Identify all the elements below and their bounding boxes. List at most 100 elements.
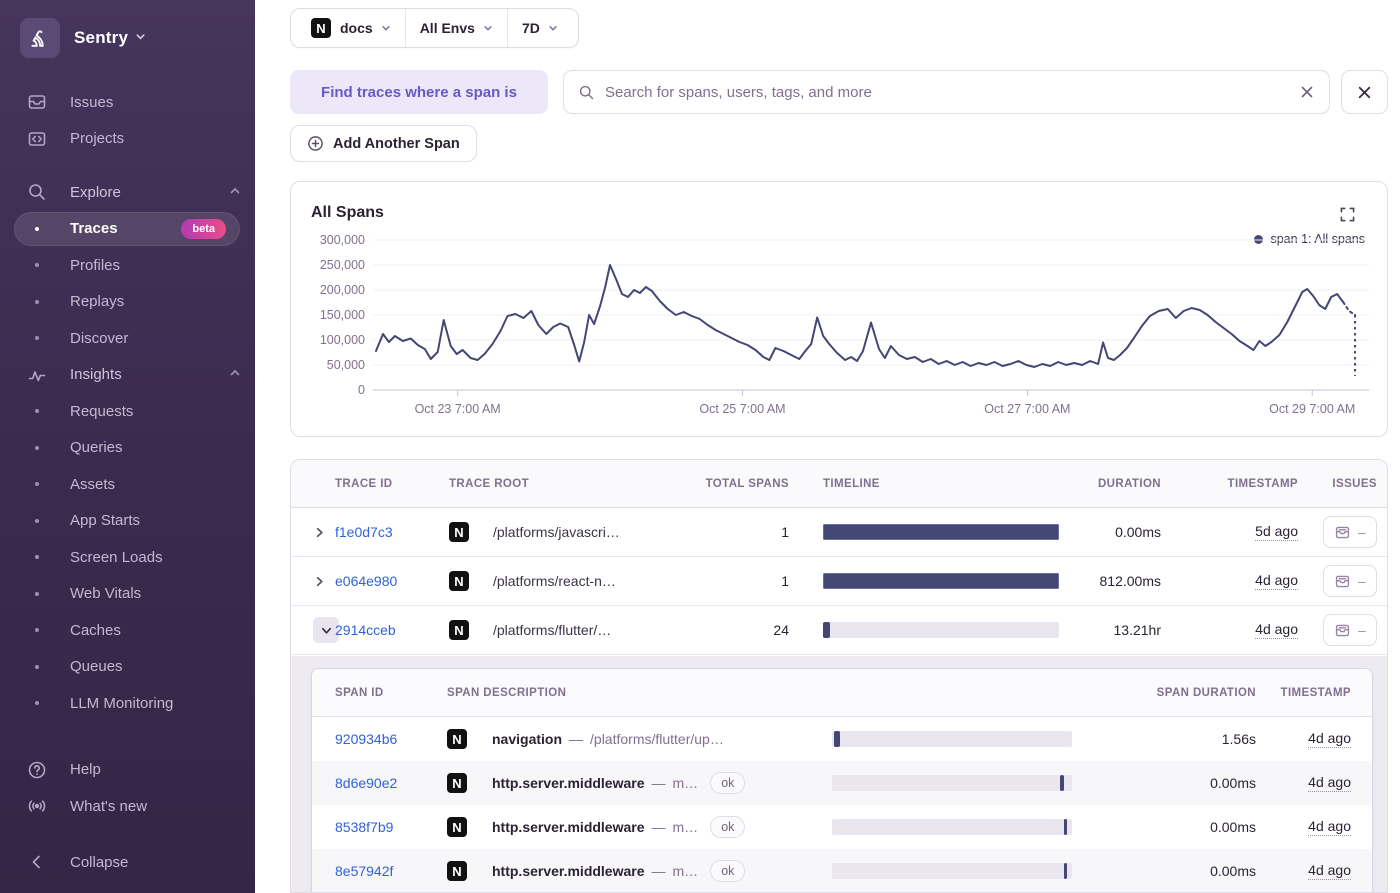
- sidebar-item-what-s-new[interactable]: What's new: [0, 788, 255, 825]
- org-name: Sentry: [74, 28, 129, 47]
- span-timeline: [832, 819, 1072, 835]
- trace-timeline: [823, 573, 1059, 589]
- span-search-input[interactable]: [605, 83, 1299, 101]
- svg-text:Oct 27 7:00 AM: Oct 27 7:00 AM: [984, 402, 1070, 416]
- nextjs-platform-icon: N: [447, 773, 467, 793]
- span-row[interactable]: 8d6e90e2 N http.server.middleware — m… ok …: [312, 761, 1372, 805]
- trace-root: /platforms/react-n…: [493, 573, 616, 589]
- sidebar-item-replays[interactable]: Replays: [0, 284, 255, 321]
- svg-text:Oct 23 7:00 AM: Oct 23 7:00 AM: [415, 402, 501, 416]
- col-duration: DURATION: [1097, 477, 1161, 490]
- span-timeline: [832, 775, 1072, 791]
- bullet-icon: [35, 445, 39, 450]
- trace-id-link[interactable]: e064e980: [335, 573, 449, 589]
- total-spans: 24: [773, 622, 789, 638]
- find-traces-pill: Find traces where a span is: [290, 70, 548, 114]
- trace-timeline: [823, 622, 1059, 638]
- collapse-icon: [27, 852, 47, 872]
- trace-issues-button[interactable]: –: [1323, 565, 1377, 597]
- trace-timestamp[interactable]: 5d ago: [1255, 523, 1298, 541]
- bullet-icon: [35, 226, 39, 231]
- issues-inbox-icon: [1334, 573, 1351, 590]
- sidebar-item-traces-active[interactable]: Traces beta: [0, 211, 255, 248]
- add-another-span-button[interactable]: Add Another Span: [290, 125, 477, 162]
- sidebar-item-help[interactable]: Help: [0, 752, 255, 789]
- chevron-down-icon: [135, 29, 146, 47]
- expanded-trace-spans: SPAN ID SPAN DESCRIPTION SPAN DURATION T…: [291, 656, 1387, 892]
- sidebar-item-projects[interactable]: Projects: [0, 121, 255, 158]
- total-spans: 1: [781, 524, 789, 540]
- span-timestamp[interactable]: 4d ago: [1308, 862, 1351, 880]
- col-trace-root: TRACE ROOT: [449, 477, 530, 490]
- project-selector[interactable]: N docs: [297, 9, 405, 47]
- sidebar-item-queues[interactable]: Queues: [0, 649, 255, 686]
- sentry-logo-icon: [20, 18, 60, 58]
- sidebar-item-assets[interactable]: Assets: [0, 466, 255, 503]
- trace-id-link[interactable]: 2914cceb: [335, 622, 449, 638]
- span-row[interactable]: 920934b6 N navigation —/platforms/flutter…: [312, 717, 1372, 761]
- trace-timestamp[interactable]: 4d ago: [1255, 621, 1298, 639]
- span-description: navigation —/platforms/flutter/up…: [492, 731, 724, 747]
- span-status-badge: ok: [710, 816, 746, 838]
- org-switcher[interactable]: Sentry: [0, 0, 255, 64]
- trace-row[interactable]: f1e0d7c3 N /platforms/javascri… 1 0.00ms…: [291, 508, 1387, 557]
- span-timestamp[interactable]: 4d ago: [1308, 818, 1351, 836]
- span-description: http.server.middleware — m… ok: [492, 816, 832, 838]
- span-timestamp[interactable]: 4d ago: [1308, 774, 1351, 792]
- bullet-icon: [35, 409, 39, 414]
- chevron-down-icon: [483, 20, 493, 36]
- span-duration: 0.00ms: [1210, 775, 1256, 791]
- span-duration: 0.00ms: [1210, 819, 1256, 835]
- beta-badge: beta: [181, 218, 226, 239]
- nextjs-platform-icon: N: [447, 861, 467, 881]
- sidebar-item-collapse[interactable]: Collapse: [0, 844, 255, 881]
- sidebar-item-issues[interactable]: Issues: [0, 84, 255, 121]
- chevron-down-icon: [548, 20, 558, 36]
- sidebar-item-insights[interactable]: Insights: [0, 357, 255, 394]
- span-search-box: [563, 70, 1330, 114]
- span-table: SPAN ID SPAN DESCRIPTION SPAN DURATION T…: [311, 668, 1373, 892]
- expand-chart-icon[interactable]: [1340, 207, 1355, 227]
- trace-root: /platforms/flutter/…: [493, 622, 612, 638]
- projects-icon: [27, 129, 47, 149]
- sidebar-item-queries[interactable]: Queries: [0, 430, 255, 467]
- trace-row[interactable]: e064e980 N /platforms/react-n… 1 812.00m…: [291, 557, 1387, 606]
- sidebar-item-screen-loads[interactable]: Screen Loads: [0, 539, 255, 576]
- all-spans-chart-panel: All Spans span 1: All spans 300,000 250,0…: [290, 181, 1388, 437]
- sidebar-item-requests[interactable]: Requests: [0, 393, 255, 430]
- trace-id-link[interactable]: f1e0d7c3: [335, 524, 449, 540]
- sidebar-item-discover[interactable]: Discover: [0, 320, 255, 357]
- span-timestamp[interactable]: 4d ago: [1308, 730, 1351, 748]
- environment-selector-label: All Envs: [419, 20, 475, 36]
- trace-duration: 0.00ms: [1115, 524, 1161, 540]
- sidebar-item-llm-monitoring[interactable]: LLM Monitoring: [0, 685, 255, 722]
- bullet-icon: [35, 664, 39, 669]
- sidebar-item-caches[interactable]: Caches: [0, 612, 255, 649]
- add-another-span-label: Add Another Span: [333, 135, 460, 152]
- span-id-link[interactable]: 8e57942f: [335, 863, 447, 879]
- span-id-link[interactable]: 920934b6: [335, 731, 447, 747]
- trace-issues-button[interactable]: –: [1323, 614, 1377, 646]
- span-id-link[interactable]: 8538f7b9: [335, 819, 447, 835]
- environment-selector[interactable]: All Envs: [404, 9, 507, 47]
- span-id-link[interactable]: 8d6e90e2: [335, 775, 447, 791]
- plus-circle-icon: [307, 135, 324, 152]
- sidebar-item-web-vitals[interactable]: Web Vitals: [0, 576, 255, 613]
- bullet-icon: [35, 336, 39, 341]
- expand-trace-icon[interactable]: [313, 575, 335, 588]
- svg-text:150,000: 150,000: [320, 308, 365, 322]
- trace-row[interactable]: 2914cceb N /platforms/flutter/… 24 13.21…: [291, 606, 1387, 655]
- date-range-selector[interactable]: 7D: [506, 9, 572, 47]
- sidebar-item-profiles[interactable]: Profiles: [0, 247, 255, 284]
- trace-issues-button[interactable]: –: [1323, 516, 1377, 548]
- trace-timestamp[interactable]: 4d ago: [1255, 572, 1298, 590]
- clear-search-icon[interactable]: [1299, 84, 1315, 100]
- issues-inbox-icon: [1334, 622, 1351, 639]
- sidebar-item-explore[interactable]: Explore: [0, 174, 255, 211]
- expand-trace-icon[interactable]: [313, 526, 335, 539]
- span-row[interactable]: 8e57942f N http.server.middleware — m… ok …: [312, 849, 1372, 892]
- remove-span-filter-button[interactable]: [1341, 70, 1388, 114]
- sidebar-item-app-starts[interactable]: App Starts: [0, 503, 255, 540]
- span-description: http.server.middleware — m… ok: [492, 772, 832, 794]
- span-row[interactable]: 8538f7b9 N http.server.middleware — m… ok …: [312, 805, 1372, 849]
